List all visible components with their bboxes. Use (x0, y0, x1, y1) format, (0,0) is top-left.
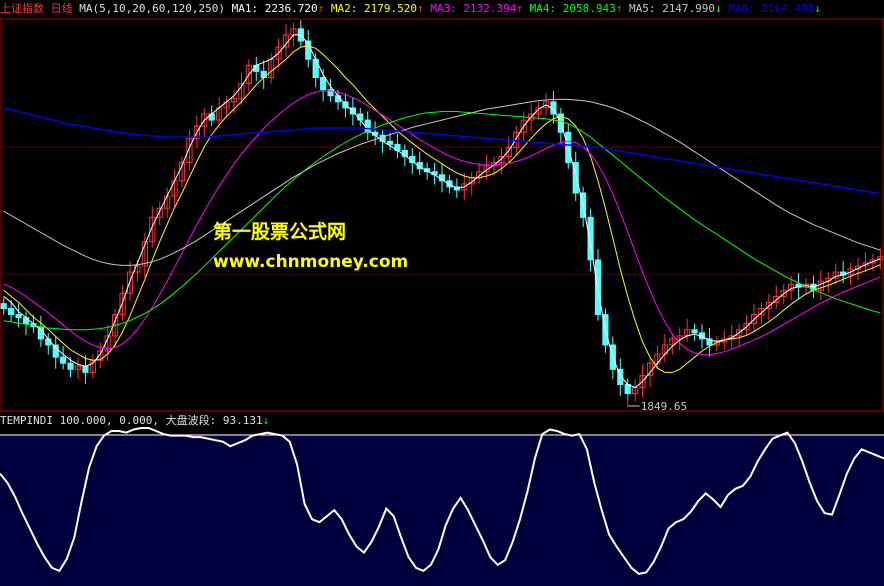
kline-chart[interactable]: 1849.65 (0, 0, 884, 586)
candle-down (45, 338, 52, 346)
watermark-title: 第一股票公式网 (213, 221, 347, 243)
ma-line-ma3 (3, 90, 881, 356)
candle-down (320, 76, 327, 91)
candle-down (624, 384, 631, 395)
candle-down (82, 365, 89, 373)
main-panel-frame (0, 18, 884, 412)
ma-line-ma4 (3, 111, 881, 331)
ma-legend-ma4: MA4: 2058.943 (529, 2, 616, 15)
candle-down (386, 140, 394, 145)
ma-legend-ma3: MA3: 2132.394 (430, 2, 517, 15)
ma-legend-ma2: MA2: 2179.520 (330, 2, 418, 15)
ma-trend-arrow: ↑ (615, 2, 629, 15)
wave-arrow: ↓ (262, 414, 270, 427)
ma-legend-ma1: MA1: 2236.720 (231, 2, 318, 15)
candle-down (52, 344, 59, 358)
indicator-param1: 100.000 (59, 414, 106, 427)
ma-legend-ma6: MA6: 2164.495 (728, 2, 815, 15)
wave-value: 93.131 (222, 414, 263, 427)
candle-down (60, 356, 67, 364)
ma-trend-arrow: ↑ (417, 2, 431, 15)
watermark-url: www.chnmoney.com (213, 252, 409, 272)
ma-legend-ma5: MA5: 2147.990 (628, 2, 716, 15)
candle-down (334, 95, 342, 103)
low-marker-label: 1849.65 (641, 400, 687, 413)
indicator-param2: 0.000 (119, 414, 153, 427)
candle-down (0, 303, 7, 310)
candle-down (253, 64, 260, 72)
ma-params: MA(5,10,20,60,120,250) (79, 2, 225, 15)
candle-down (357, 113, 364, 121)
ma-trend-arrow: ↓ (715, 2, 729, 15)
candle-down (67, 362, 74, 370)
stock-chart-window: 1849.65 上证指数 日线 MA(5,10,20,60,120,250) M… (0, 0, 884, 586)
indicator-name[interactable]: TEMPINDI (0, 414, 53, 427)
ma-legend: MA1: 2236.720↑ MA2: 2179.520↑ MA3: 2132.… (232, 2, 821, 15)
ma-trend-arrow: ↑ (516, 2, 530, 15)
indicator-header: TEMPINDI 100.000, 0.000, 大盘波段: 93.131↓ (0, 414, 270, 427)
indicator-panel (0, 433, 884, 586)
index-name[interactable]: 上证指数 (0, 2, 44, 15)
main-chart-header: 上证指数 日线 MA(5,10,20,60,120,250) MA1: 2236… (0, 2, 821, 15)
ma-trend-arrow: ↓ (814, 2, 822, 15)
ma-trend-arrow: ↑ (317, 2, 331, 15)
dotted-separator: ''''''''''''''''''''''''''''''''''''''''… (0, 16, 884, 19)
candle-down (691, 329, 698, 334)
candle-down (8, 308, 15, 316)
period-label[interactable]: 日线 (51, 2, 73, 15)
wave-label: 大盘波段 (165, 414, 210, 427)
candle-down (15, 314, 22, 319)
